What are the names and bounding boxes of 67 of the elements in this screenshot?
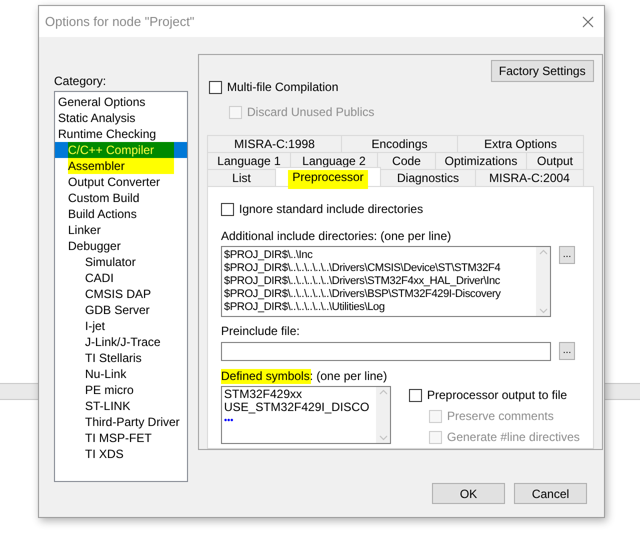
checkbox-label: Preserve comments (447, 408, 554, 425)
scroll-up-icon[interactable] (538, 249, 548, 255)
tab[interactable]: Optimizations (436, 152, 527, 169)
browse-button[interactable]: ... (559, 246, 575, 264)
include-path: $PROJ_DIR$\..\..\..\..\..\Drivers\STM32F4xx_HAL_Driver\Inc (224, 275, 500, 288)
category-item[interactable]: TI XDS (55, 446, 187, 462)
category-item[interactable]: Output Converter (55, 174, 187, 190)
category-item[interactable]: J-Link/J-Trace (55, 334, 187, 350)
checkbox-label: Generate #line directives (447, 429, 580, 446)
tab[interactable]: Preprocessor (276, 167, 381, 186)
scroll-up-icon[interactable] (378, 389, 388, 395)
category-item[interactable]: CMSIS DAP (55, 286, 187, 302)
checkbox[interactable] (409, 388, 422, 402)
include-path: $PROJ_DIR$\..\..\..\..\..\Drivers\CMSIS\Device\ST\STM32F4 (224, 262, 500, 275)
include-path: $PROJ_DIR$\..\..\..\..\..\Utilities\Log (224, 301, 385, 314)
defined-symbols-field[interactable]: STM32F429xx USE_STM32F429I_DISCO ••• (221, 386, 391, 444)
category-item[interactable]: Build Actions (55, 206, 187, 222)
category-item[interactable]: TI Stellaris (55, 350, 187, 366)
category-item[interactable]: Simulator (55, 254, 187, 270)
category-item[interactable]: Third-Party Driver (55, 414, 187, 430)
include-directories-label: Additional include directories: (one per line) (221, 228, 452, 245)
category-item[interactable]: Nu-Link (55, 366, 187, 382)
checkbox-label: Ignore standard include directories (239, 201, 424, 218)
category-item[interactable]: I-jet (55, 318, 187, 334)
symbol-line: USE_STM32F429I_DISCO (224, 401, 370, 414)
category-item[interactable]: Linker (55, 222, 187, 238)
tab[interactable]: Extra Options (458, 135, 584, 152)
tab[interactable]: Diagnostics (381, 169, 476, 186)
preinclude-field[interactable] (221, 342, 551, 361)
include-path: $PROJ_DIR$\..\..\..\..\..\Drivers\BSP\STM32F429I-Discovery (224, 288, 501, 301)
include-directories-field[interactable] (221, 246, 551, 317)
browse-button[interactable]: ... (559, 342, 575, 360)
symbol-line: STM32F429xx (224, 388, 304, 401)
category-item[interactable]: ST-LINK (55, 398, 187, 414)
checkbox-label: Preprocessor output to file (427, 387, 568, 404)
category-item[interactable]: GDB Server (55, 302, 187, 318)
tab[interactable]: List (207, 169, 276, 186)
dialog-button[interactable]: OK (432, 483, 505, 504)
checkbox-label: Discard Unused Publics (247, 104, 374, 121)
include-path: $PROJ_DIR$\..\Inc (224, 249, 312, 262)
category-item[interactable]: CADI (55, 270, 187, 286)
checkbox[interactable] (209, 80, 222, 94)
dialog-button[interactable]: Cancel (514, 483, 587, 504)
factory-settings-button[interactable]: Factory Settings (490, 60, 594, 82)
category-item[interactable]: Debugger (55, 238, 187, 254)
category-item[interactable]: Custom Build (55, 190, 187, 206)
category-item[interactable]: Static Analysis (55, 110, 187, 126)
more-symbols-marker[interactable]: ••• (224, 414, 234, 426)
category-item[interactable]: General Options (55, 94, 187, 110)
tab[interactable]: Code (378, 152, 436, 169)
window-title: Options for node "Project" (45, 12, 194, 31)
preinclude-label: Preinclude file: (221, 323, 301, 340)
category-item[interactable]: Runtime Checking (55, 126, 187, 142)
tab[interactable]: Output (527, 152, 584, 169)
scroll-down-icon[interactable] (538, 308, 548, 314)
tab[interactable]: MISRA-C:1998 (207, 135, 342, 152)
category-item[interactable]: C/C++ Compiler (55, 142, 187, 158)
checkbox[interactable] (221, 202, 234, 216)
checkbox-label: Multi-file Compilation (227, 79, 338, 96)
close-icon[interactable] (582, 16, 594, 28)
category-item[interactable]: TI MSP-FET (55, 430, 187, 446)
scroll-down-icon[interactable] (378, 435, 388, 441)
tab[interactable]: Language 1 (207, 152, 291, 169)
category-label: Category: (54, 73, 108, 90)
category-item[interactable]: PE micro (55, 382, 187, 398)
tab[interactable]: Encodings (342, 135, 458, 152)
tab[interactable]: MISRA-C:2004 (476, 169, 584, 186)
